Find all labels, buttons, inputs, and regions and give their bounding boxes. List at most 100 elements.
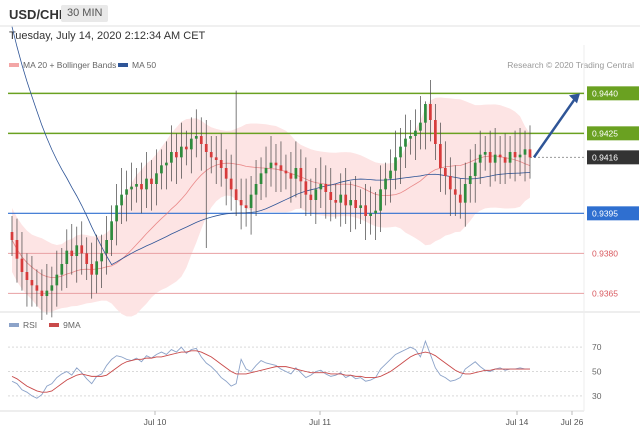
rsi-tick-70: 70	[592, 342, 602, 352]
candle-body	[95, 261, 99, 275]
candle-body	[429, 104, 432, 120]
projection-arrowhead	[569, 93, 580, 104]
candle-body	[234, 189, 238, 200]
candle-body	[379, 189, 382, 211]
candle-body	[140, 184, 143, 190]
candle-body	[344, 194, 348, 206]
candle-body	[508, 152, 512, 163]
candle-body	[409, 136, 412, 139]
candle-body	[354, 200, 358, 208]
candle-body	[289, 173, 293, 179]
candle-body	[125, 189, 128, 195]
candle-body	[319, 184, 323, 190]
candle-body	[284, 170, 288, 174]
candle-body	[35, 285, 39, 291]
rsi-tick-30: 30	[592, 391, 602, 401]
candle-body	[493, 154, 497, 163]
candle-body	[324, 184, 328, 192]
candle-body	[199, 136, 203, 144]
candle-body	[468, 176, 472, 184]
candle-body	[10, 232, 14, 240]
candle-body	[309, 194, 313, 200]
candle-body	[518, 154, 522, 158]
candle-body	[443, 168, 447, 176]
candle-body	[473, 162, 477, 176]
candle-body	[488, 152, 492, 163]
candle-body	[110, 221, 113, 240]
candle-body	[55, 274, 59, 286]
candle-body	[424, 104, 427, 123]
candle-body	[224, 168, 228, 179]
candle-body	[279, 165, 283, 171]
candle-body	[394, 157, 397, 171]
candle-body	[349, 200, 353, 206]
bollinger-band	[12, 97, 530, 317]
candle-body	[374, 210, 377, 214]
candle-body	[30, 280, 34, 286]
candle-body	[244, 205, 248, 208]
candle-body	[229, 178, 233, 190]
candle-body	[414, 130, 417, 136]
candle-body	[299, 168, 303, 182]
candle-body	[399, 146, 402, 158]
level-label-0.9365: 0.9365	[592, 288, 618, 298]
candle-body	[329, 192, 333, 200]
candle-body	[105, 240, 108, 254]
candle-body	[70, 250, 74, 256]
candle-body	[194, 136, 198, 139]
candle-body	[160, 165, 163, 174]
candle-body	[254, 184, 258, 195]
candle-body	[170, 152, 173, 163]
candle-body	[503, 157, 507, 163]
x-tick-label: Jul 11	[309, 417, 331, 427]
candle-body	[528, 149, 532, 158]
candle-body	[45, 290, 49, 296]
candle-body	[463, 184, 467, 203]
candle-body	[384, 178, 387, 190]
candle-body	[389, 170, 392, 179]
level-label-0.9416: 0.9416	[592, 152, 618, 162]
level-label-0.9425: 0.9425	[592, 128, 618, 138]
candle-body	[294, 168, 298, 179]
rsi-tick-50: 50	[592, 367, 602, 377]
candle-body	[364, 205, 367, 216]
candle-body	[478, 154, 482, 163]
candle-body	[15, 240, 19, 259]
candle-body	[214, 157, 218, 160]
candle-body	[175, 152, 178, 158]
candle-body	[85, 253, 89, 264]
candle-body	[239, 200, 243, 206]
candle-body	[448, 176, 452, 190]
candle-body	[65, 250, 69, 264]
candle-body	[165, 162, 168, 166]
candle-body	[404, 138, 407, 147]
candle-body	[100, 253, 104, 262]
candle-body	[150, 178, 153, 184]
candle-body	[130, 186, 133, 190]
candle-body	[75, 245, 79, 256]
price-chart[interactable]: 0.9440 0.9425 0.9416 0.9395 0.9380 0.9365 Jul …	[0, 0, 640, 434]
candle-body	[359, 205, 363, 208]
candle-body	[304, 181, 308, 195]
candle-body	[483, 152, 487, 155]
candle-body	[80, 245, 84, 254]
candle-body	[90, 264, 94, 275]
candle-body	[219, 160, 223, 168]
candle-body	[184, 146, 188, 150]
candle-body	[458, 194, 462, 203]
candle-body	[20, 258, 24, 272]
candle-body	[179, 146, 183, 158]
level-label-0.9395: 0.9395	[592, 208, 618, 218]
candle-body	[50, 285, 54, 291]
candle-body	[419, 122, 422, 131]
candle-body	[274, 162, 278, 166]
candle-body	[209, 152, 213, 158]
candle-body	[120, 194, 123, 206]
candle-body	[314, 189, 318, 200]
candle-body	[155, 173, 158, 184]
candle-body	[334, 200, 338, 203]
candle-body	[453, 189, 457, 195]
level-label-0.9440: 0.9440	[592, 88, 618, 98]
candle-body	[434, 120, 437, 144]
candle-body	[40, 290, 44, 296]
